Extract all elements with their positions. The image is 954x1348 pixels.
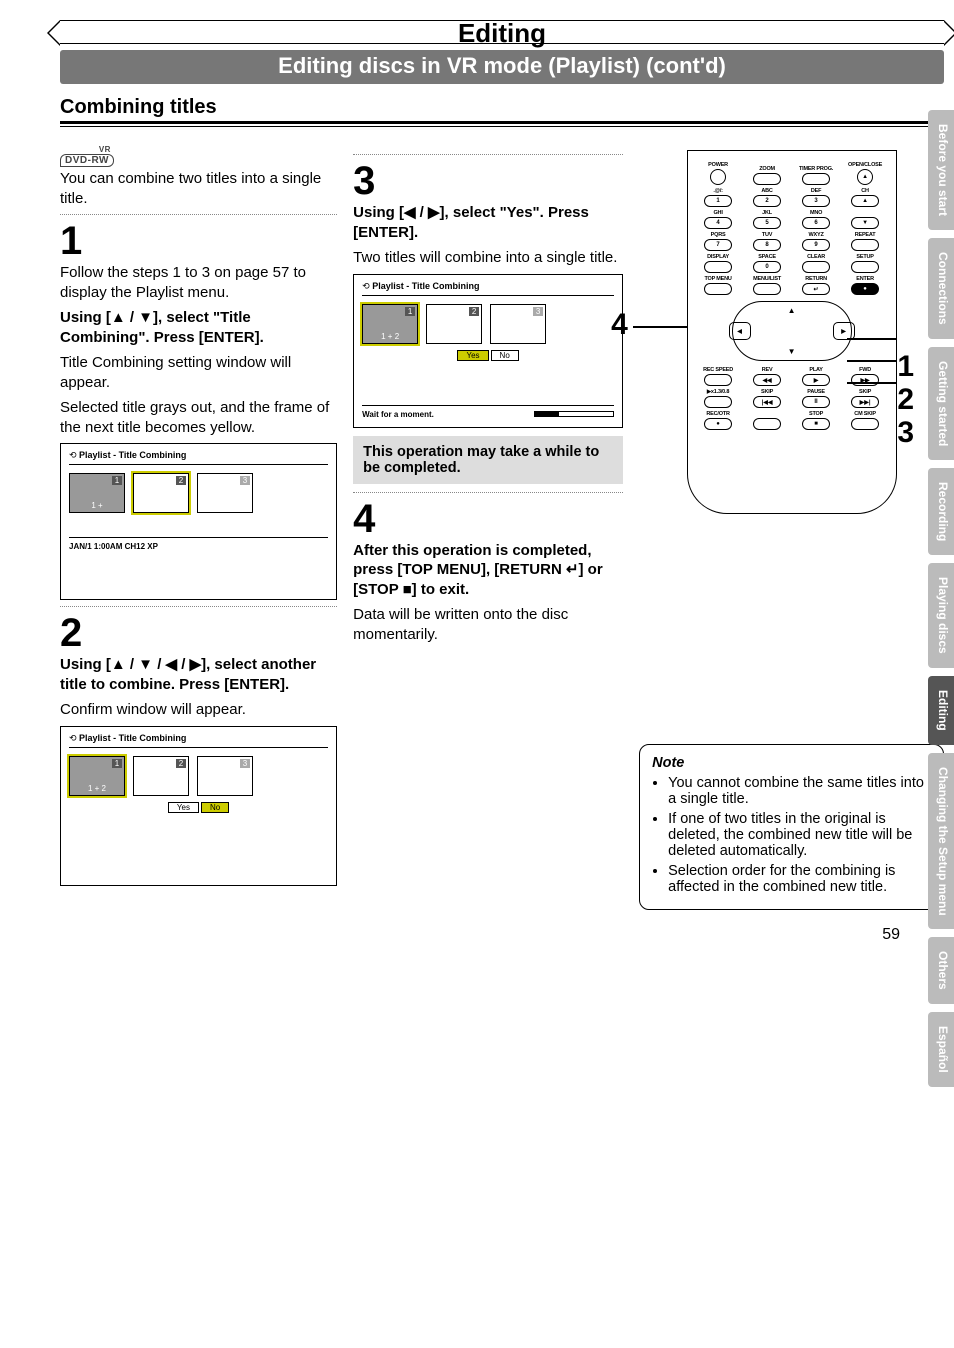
side-tab: Recording [928,468,954,555]
screen-header: Playlist - Title Combining [362,281,614,296]
no-button: No [491,350,519,361]
dpad: ▲ ▼ ◀ ▶ [732,301,852,361]
screen-step1: Playlist - Title Combining 11 + 2 3 JAN/… [60,443,337,600]
step1-text1: Follow the steps 1 to 3 on page 57 to di… [60,263,337,302]
step1-text4: Selected title grays out, and the frame … [60,398,337,437]
step4-text2: Data will be written onto the disc momen… [353,605,623,644]
wait-text: Wait for a moment. [362,410,434,419]
step3-text1: Using [◀ / ▶], select "Yes". Press [ENTE… [353,203,623,242]
callout-4: 4 [611,308,628,342]
progress-bar [534,411,614,417]
step4-text1: After this operation is completed, press… [353,541,623,600]
intro-text: You can combine two titles into a single… [60,169,337,208]
step-number-1: 1 [60,221,337,261]
divider [60,214,337,215]
divider [353,154,623,155]
step-number-2: 2 [60,613,337,653]
divider [353,492,623,493]
step1-text2: Using [▲ / ▼], select "Title Combining".… [60,308,337,347]
callout-line [847,360,897,362]
section-title: Combining titles [60,96,944,124]
side-tab: Español [928,1012,954,1087]
callout-line [633,326,687,328]
side-tab: Changing the Setup menu [928,753,954,930]
thumb-1: 11 + 2 [69,756,125,796]
page-title: Editing [100,20,904,44]
yes-button: Yes [168,802,199,813]
callout-line [847,338,897,340]
thumb-2: 2 [426,304,482,344]
note-box: Note You cannot combine the same titles … [639,744,944,910]
dvd-rw-badge: VR DVD-RW [60,154,114,167]
step-number-3: 3 [353,161,623,201]
step2-text2: Confirm window will appear. [60,700,337,720]
side-tab: Connections [928,238,954,339]
step1-text3: Title Combining setting window will appe… [60,353,337,392]
note-item: You cannot combine the same titles into … [668,775,931,807]
thumb-3: 3 [197,473,253,513]
screen-header: Playlist - Title Combining [69,450,328,465]
thumb-2: 2 [133,473,189,513]
thumb-1: 11 + [69,473,125,513]
page-ribbon: Editing [60,20,944,44]
no-button: No [201,802,229,813]
note-title: Note [652,755,931,771]
dpad-left: ◀ [729,322,751,340]
screen-step2: Playlist - Title Combining 11 + 2 2 3 Ye… [60,726,337,886]
page-number: 59 [60,926,900,944]
thumb-3: 3 [197,756,253,796]
side-tabs: Before you start Connections Getting start… [928,110,954,1087]
status-text: JAN/1 1:00AM CH12 XP [69,542,158,551]
screen-header: Playlist - Title Combining [69,733,328,748]
side-tab: Others [928,937,954,1004]
callout-numbers: 1 2 3 [897,350,914,449]
side-tab: Editing [928,676,954,745]
divider [60,606,337,607]
thumb-3: 3 [490,304,546,344]
warning-box: This operation may take a while to be co… [353,436,623,484]
page-subtitle: Editing discs in VR mode (Playlist) (con… [60,50,944,84]
remote-control: POWER ZOOM TIMER PROG. OPEN/CLOSE▲ .@/:1… [687,150,897,514]
side-tab: Before you start [928,110,954,230]
thumb-1: 11 + 2 [362,304,418,344]
step-number-4: 4 [353,499,623,539]
screen-step3: Playlist - Title Combining 11 + 2 2 3 Ye… [353,274,623,428]
yes-button: Yes [457,350,488,361]
side-tab: Getting started [928,347,954,460]
note-item: If one of two titles in the original is … [668,811,931,859]
step3-text2: Two titles will combine into a single ti… [353,248,623,268]
note-item: Selection order for the combining is aff… [668,863,931,895]
side-tab: Playing discs [928,563,954,668]
callout-line [847,382,897,384]
thumb-2: 2 [133,756,189,796]
step2-text1: Using [▲ / ▼ / ◀ / ▶], select another ti… [60,655,337,694]
